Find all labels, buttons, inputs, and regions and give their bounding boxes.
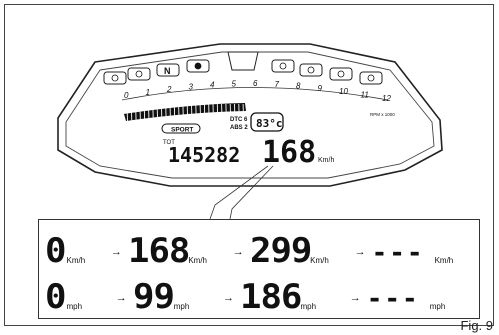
rpm-segment-gap [160, 103, 163, 123]
rpm-unit: RPM x 1000 [370, 112, 395, 117]
rpm-tick-4: 4 [210, 81, 215, 90]
arrow-icon: → [232, 246, 244, 258]
rpm-segment-gap [191, 103, 193, 123]
rpm-tick-labels: 0 1 2 3 4 5 6 7 8 9 10 11 12 [124, 79, 391, 103]
fuel-icon [271, 59, 295, 73]
kmh-row: 0 Km/h → 168 Km/h → 299 Km/h → --- Km/h [45, 226, 473, 268]
arrow-icon: → [354, 246, 366, 258]
high-beam-icon [299, 63, 323, 77]
kmh_row-cell: --- Km/h [372, 238, 473, 268]
rpm-segment-gap [208, 103, 210, 123]
rpm-tick-8: 8 [296, 82, 301, 91]
rpm-segment-gap [126, 103, 128, 123]
arrow-icon: → [110, 246, 122, 258]
warning-icon-row: N [103, 51, 383, 85]
rpm-segment-gap [212, 103, 214, 123]
rpm-segment-gap [173, 103, 176, 123]
neutral-label: N [164, 66, 171, 76]
mph_row-value: 99 [132, 277, 175, 317]
kmh_row-unit: Km/h [434, 256, 454, 265]
abs-icon-glyph [194, 62, 202, 70]
speed-value: 168 [262, 135, 316, 170]
rpm-segment-gap [182, 103, 184, 123]
rpm-tick-5: 5 [232, 79, 237, 88]
mph_row-unit: mph [66, 302, 83, 311]
kmh_row-cell: 299 Km/h [250, 234, 349, 268]
mph_row-cell: 186 mph [240, 280, 344, 314]
kmh_row-value: 0 [45, 231, 67, 271]
rpm-tick-2: 2 [166, 85, 172, 94]
rpm-tick-12: 12 [382, 94, 391, 103]
rpm-segment-gap [152, 103, 154, 123]
callout-leader-2 [229, 165, 274, 220]
rpm-tick-10: 10 [339, 87, 348, 96]
arrow-icon: → [223, 292, 235, 304]
rpm-segment-gap [169, 103, 171, 123]
rpm-arc [121, 87, 389, 101]
mph_row-unit: mph [300, 302, 317, 311]
rpm-segment-gap [203, 103, 206, 123]
rpm-segment-gap [139, 103, 141, 123]
engine-icon [127, 67, 151, 81]
abs-label: ABS 2 [230, 125, 248, 131]
rpm-tick-6: 6 [253, 79, 258, 88]
speed-display-panel: 0 Km/h → 168 Km/h → 299 Km/h → --- Km/h 0 mph → 99 mph… [38, 219, 480, 319]
kmh_row-cell: 168 Km/h [128, 234, 227, 268]
kmh_row-value: 299 [249, 231, 312, 271]
rpm-segment-gap [178, 103, 180, 123]
rpm-segment-gap [216, 103, 219, 123]
rpm-segment-gap [130, 103, 133, 123]
oil-icon [329, 67, 353, 81]
kmh_row-value: --- [371, 238, 425, 268]
mph_row-value: 186 [240, 277, 302, 317]
rpm-segment-gap [165, 103, 167, 123]
mph-row: 0 mph → 99 mph → 186 mph → --- mph [45, 272, 473, 314]
rpm-segment-gap [199, 103, 202, 123]
dtc-label: DTC 6 [230, 117, 248, 123]
center-indicator [227, 51, 259, 71]
rpm-segment-gap [186, 103, 189, 123]
odometer-value: 145282 [168, 143, 240, 167]
mph_row-cell: --- mph [367, 284, 473, 314]
arrow-icon: → [115, 292, 127, 304]
rpm-tick-3: 3 [189, 83, 194, 92]
kmh_row-cell: 0 Km/h [45, 234, 105, 268]
rpm-tick-7: 7 [275, 80, 280, 89]
mph_row-cell: 99 mph [133, 280, 217, 314]
rpm-bar [124, 103, 246, 121]
kmh_row-unit: Km/h [66, 256, 86, 265]
neutral-left-icon [103, 71, 127, 85]
callout-leader [209, 165, 269, 220]
mph_row-unit: mph [429, 302, 446, 311]
kmh_row-unit: Km/h [188, 256, 207, 265]
rpm-tick-9: 9 [318, 84, 323, 93]
rpm-segment-gap [156, 103, 159, 123]
rpm-tick-0: 0 [124, 91, 129, 100]
speed-unit: Km/h [318, 157, 334, 164]
kmh_row-unit: Km/h [310, 256, 329, 265]
figure: N 0 1 2 3 4 5 6 7 8 9 10 11 12 RPM x 1000 DTC 6 ABS … [0, 0, 499, 335]
rpm-segment-gap [143, 103, 146, 123]
mph_row-cell: 0 mph [45, 280, 110, 314]
rpm-segment-gap [135, 103, 137, 123]
temp-value: 83°c [256, 117, 283, 130]
mph_row-value: 0 [45, 277, 67, 317]
rpm-segment-gap [221, 103, 223, 123]
rpm-tick-1: 1 [146, 88, 150, 97]
rpm-segment-gap [225, 103, 227, 123]
rpm-tick-11: 11 [361, 90, 369, 99]
battery-icon [359, 71, 383, 85]
rpm-segment-gap [195, 103, 197, 123]
mph_row-unit: mph [173, 302, 190, 311]
figure-caption: Fig. 9 [460, 318, 493, 333]
arrow-icon: → [349, 292, 361, 304]
kmh_row-value: 168 [127, 231, 190, 271]
mode-label: SPORT [171, 127, 193, 134]
rpm-segment-gap [148, 103, 150, 123]
mph_row-value: --- [366, 284, 420, 314]
